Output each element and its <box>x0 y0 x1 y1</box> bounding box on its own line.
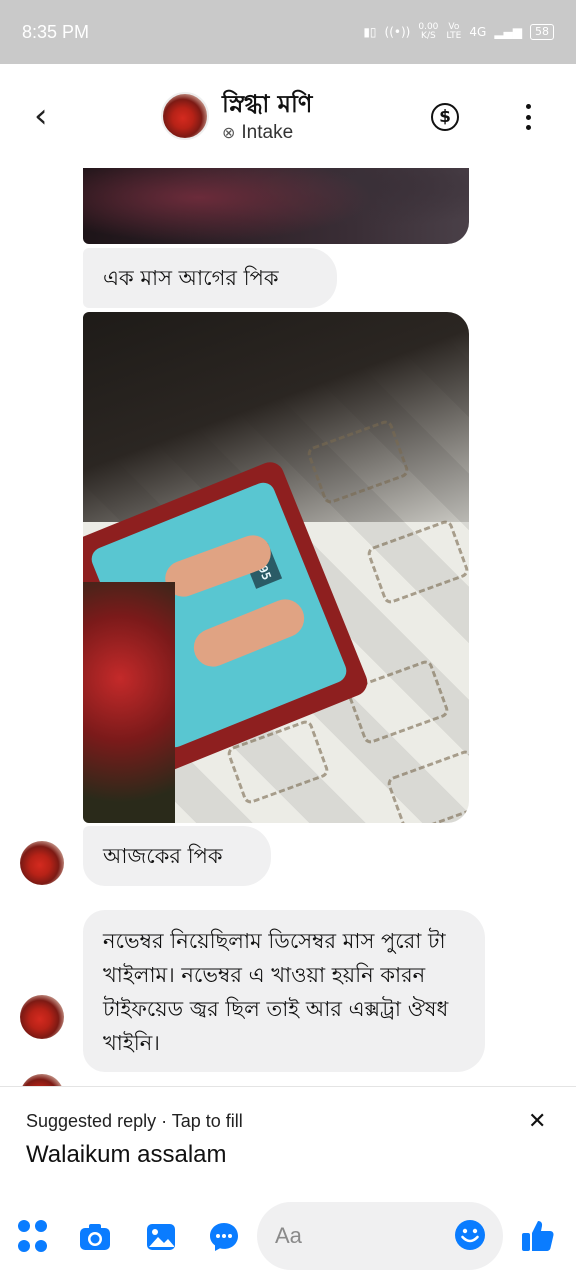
gallery-icon[interactable] <box>144 1220 178 1254</box>
message-list[interactable]: এক মাস আগের পিক 5.95 আজকের পিক নভেম্বর ন… <box>0 168 576 1086</box>
conversation-header: ‹ স্নিগ্ধা মণি ⊗ Intake $ <box>0 64 576 168</box>
sender-avatar[interactable] <box>20 995 64 1039</box>
contact-avatar[interactable] <box>161 92 209 140</box>
net-speed-unit: K/S <box>421 31 436 41</box>
signal-icon: ▂▄▆ <box>494 25 522 39</box>
net-speed: 0.00 K/S <box>418 23 438 41</box>
shared-photo-scale[interactable]: 5.95 <box>83 312 469 823</box>
message-bubble[interactable]: আজকের পিক <box>83 826 271 886</box>
vibrate-icon: ▮▯ <box>363 25 377 39</box>
suggested-reply-text[interactable]: Walaikum assalam <box>26 1141 227 1169</box>
messenger-icon[interactable] <box>207 1220 241 1254</box>
hotspot-icon: ((•)) <box>384 25 411 39</box>
sender-avatar[interactable] <box>20 841 64 885</box>
seen-indicator-avatar <box>20 1074 64 1086</box>
status-time: 8:35 PM <box>22 21 90 42</box>
payment-button[interactable]: $ <box>431 103 459 131</box>
apps-icon[interactable] <box>18 1220 52 1254</box>
contact-status-label: Intake <box>241 122 294 143</box>
status-icons: ▮▯ ((•)) 0.00 K/S Vo LTE 4G ▂▄▆ 58 <box>363 23 554 41</box>
contact-name[interactable]: স্নিগ্ধা মণি <box>222 86 312 126</box>
message-bubble[interactable]: নভেম্বর নিয়েছিলাম ডিসেম্বর মাস পুরো টা … <box>83 910 485 1072</box>
shared-photo-previous[interactable] <box>83 168 469 244</box>
camera-icon[interactable] <box>78 1220 112 1254</box>
message-input-box[interactable] <box>257 1202 503 1270</box>
status-bar: 8:35 PM ▮▯ ((•)) 0.00 K/S Vo LTE 4G ▂▄▆ 5… <box>0 0 576 64</box>
message-input[interactable] <box>275 1218 445 1254</box>
more-options-button[interactable] <box>522 102 534 132</box>
like-icon[interactable] <box>520 1218 554 1252</box>
battery-indicator: 58 <box>530 24 554 40</box>
contact-status: ⊗ Intake <box>222 122 293 144</box>
intake-icon: ⊗ <box>222 125 236 142</box>
suggested-reply-title: Suggested reply · Tap to fill <box>26 1111 243 1131</box>
suggested-reply-panel: Suggested reply · Tap to fill Walaikum a… <box>0 1086 576 1190</box>
message-bubble[interactable]: এক মাস আগের পিক <box>83 248 337 308</box>
emoji-icon[interactable] <box>453 1218 487 1252</box>
close-suggestion-button[interactable]: ✕ <box>528 1109 546 1134</box>
back-button[interactable]: ‹ <box>34 98 58 138</box>
network-type: 4G <box>469 25 487 39</box>
composer-bar <box>0 1190 576 1280</box>
volte-label: Vo LTE <box>446 22 462 41</box>
